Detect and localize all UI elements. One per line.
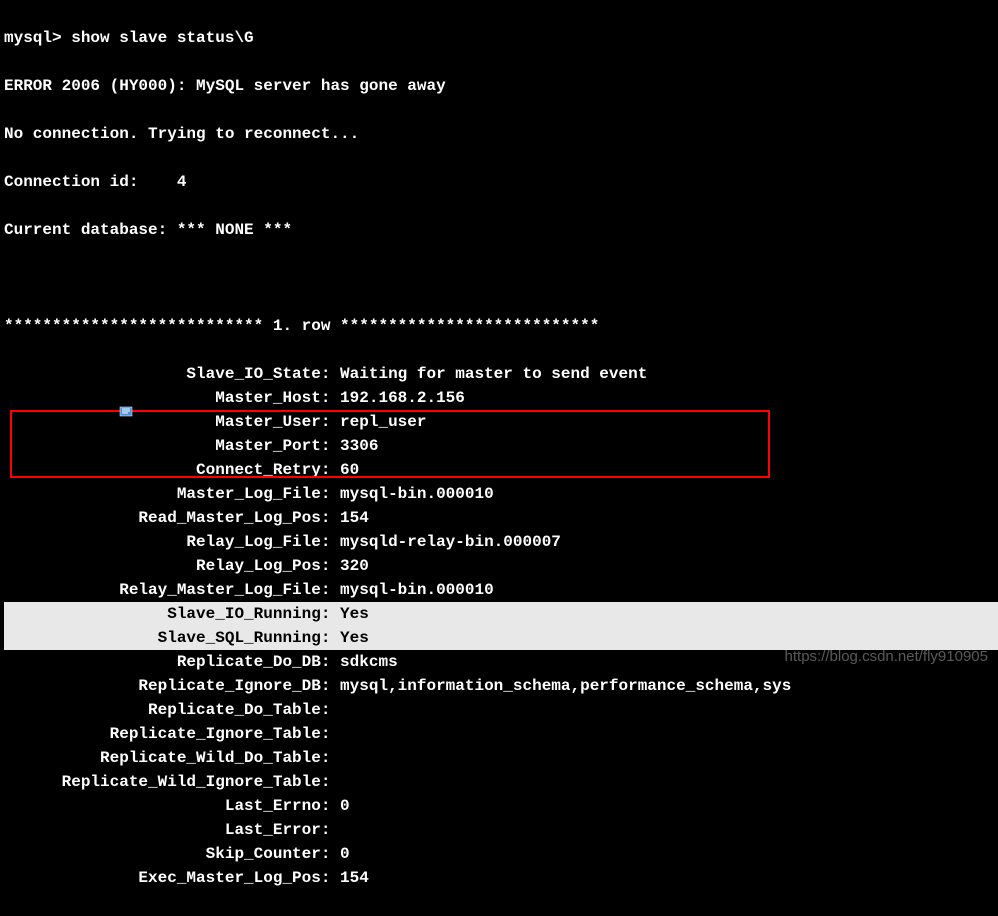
blank-line (4, 266, 994, 290)
status-field-last_error: Last_Error: (4, 818, 994, 842)
error-line: ERROR 2006 (HY000): MySQL server has gon… (4, 74, 994, 98)
status-field-last_errno: Last_Errno: 0 (4, 794, 994, 818)
status-field-relay_log_pos: Relay_Log_Pos: 320 (4, 554, 994, 578)
status-field-master_user: Master_User: repl_user (4, 410, 994, 434)
status-field-relay_master_log_file: Relay_Master_Log_File: mysql-bin.000010 (4, 578, 994, 602)
status-field-replicate_do_table: Replicate_Do_Table: (4, 698, 994, 722)
terminal-output: mysql> show slave status\G ERROR 2006 (H… (0, 0, 998, 916)
status-field-read_master_log_pos: Read_Master_Log_Pos: 154 (4, 506, 994, 530)
status-field-slave_io_running: Slave_IO_Running: Yes (4, 602, 998, 626)
status-field-replicate_ignore_table: Replicate_Ignore_Table: (4, 722, 994, 746)
status-field-master_log_file: Master_Log_File: mysql-bin.000010 (4, 482, 994, 506)
status-field-master_port: Master_Port: 3306 (4, 434, 994, 458)
status-field-relay_log_file: Relay_Log_File: mysqld-relay-bin.000007 (4, 530, 994, 554)
connection-id-line: Connection id: 4 (4, 170, 994, 194)
status-field-replicate_wild_do_table: Replicate_Wild_Do_Table: (4, 746, 994, 770)
row-header: *************************** 1. row *****… (4, 314, 994, 338)
status-field-replicate_wild_ignore_table: Replicate_Wild_Ignore_Table: (4, 770, 994, 794)
status-field-master_host: Master_Host: 192.168.2.156 (4, 386, 994, 410)
watermark-text: https://blog.csdn.net/fly910905 (785, 646, 988, 669)
status-field-connect_retry: Connect_Retry: 60 (4, 458, 994, 482)
current-db-line: Current database: *** NONE *** (4, 218, 994, 242)
status-field-exec_master_log_pos: Exec_Master_Log_Pos: 154 (4, 866, 994, 890)
reconnect-line: No connection. Trying to reconnect... (4, 122, 994, 146)
status-field-slave_io_state: Slave_IO_State: Waiting for master to se… (4, 362, 994, 386)
mysql-prompt: mysql> show slave status\G (4, 26, 994, 50)
status-field-skip_counter: Skip_Counter: 0 (4, 842, 994, 866)
